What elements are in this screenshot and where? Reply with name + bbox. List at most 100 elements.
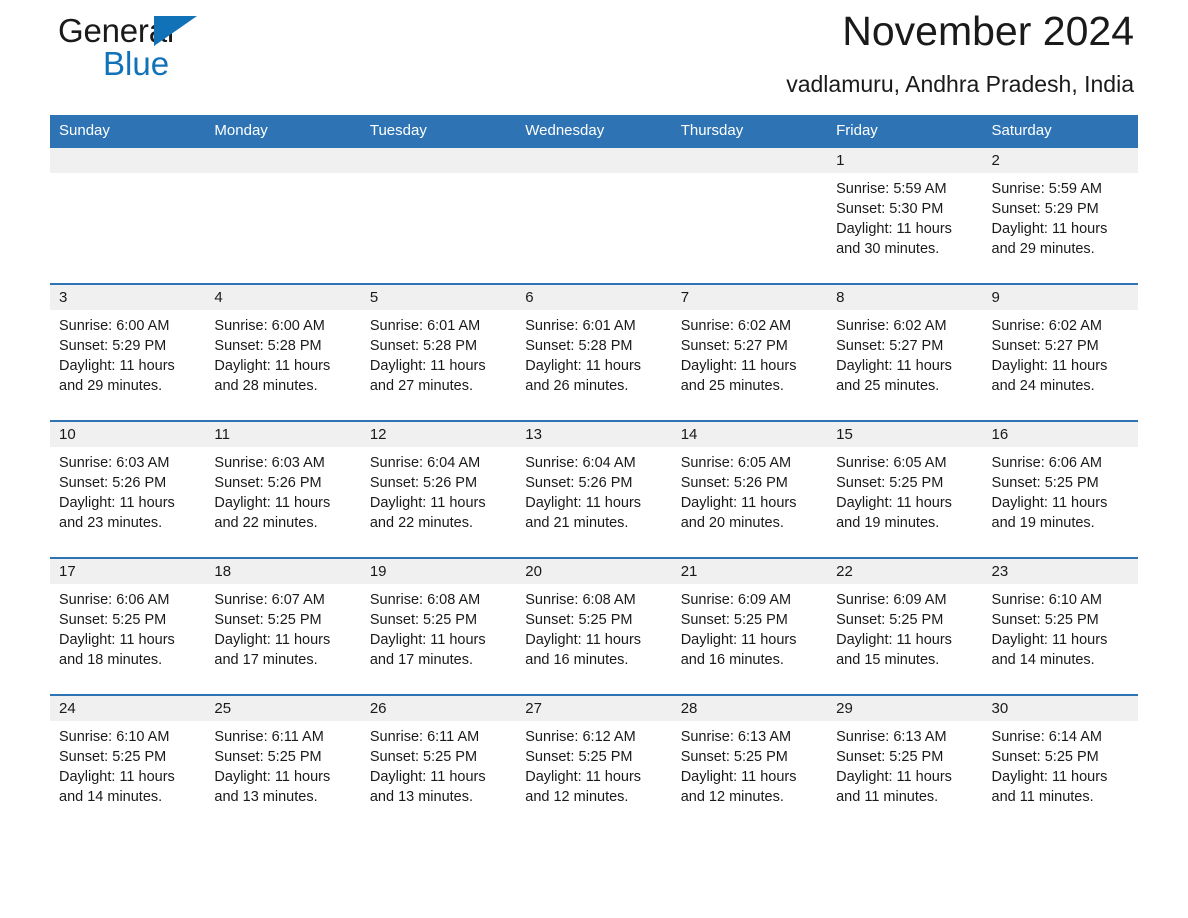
calendar-day-cell[interactable]: 2 Sunrise: 5:59 AM Sunset: 5:29 PM Daylight… [982, 148, 1138, 284]
calendar-day-cell[interactable]: 6 Sunrise: 6:01 AM Sunset: 5:28 PM Daylight… [516, 283, 672, 421]
sunset-time: Sunset: 5:28 PM [525, 338, 633, 354]
sunrise-time: Sunrise: 6:04 AM [525, 455, 636, 471]
calendar-day-cell[interactable]: 21 Sunrise: 6:09 AM Sunset: 5:25 PM Dayligh… [671, 557, 828, 695]
generalblue-logo[interactable]: General Blue [58, 14, 258, 94]
calendar-day-cell[interactable]: 16 Sunrise: 6:06 AM Sunset: 5:25 PM Dayligh… [982, 420, 1138, 558]
daylight-duration-line1: Daylight: 11 hours [680, 769, 797, 785]
day-details: Sunrise: 6:05 AM Sunset: 5:25 PM Daylight:… [827, 447, 982, 533]
calendar-day-cell[interactable]: 24 Sunrise: 6:10 AM Sunset: 5:25 PM Dayligh… [50, 694, 206, 831]
calendar-week-row: 1 Sunrise: 5:59 AM Sunset: 5:30 PM Daylight… [50, 148, 1138, 284]
sunset-time: Sunset: 5:25 PM [680, 749, 788, 765]
sunset-time: Sunset: 5:25 PM [525, 612, 633, 628]
daylight-duration-line1: Daylight: 11 hours [991, 495, 1108, 511]
daylight-duration-line1: Daylight: 11 hours [680, 495, 797, 511]
calendar-day-cell-empty [205, 148, 361, 284]
calendar-day-cell[interactable]: 17 Sunrise: 6:06 AM Sunset: 5:25 PM Dayligh… [50, 557, 206, 695]
day-number: 2 [982, 148, 1138, 173]
calendar-day-cell[interactable]: 13 Sunrise: 6:04 AM Sunset: 5:26 PM Dayligh… [516, 420, 672, 558]
sunset-time: Sunset: 5:26 PM [369, 475, 478, 491]
daylight-duration-line2: and 12 minutes. [525, 789, 629, 805]
daylight-duration-line2: and 21 minutes. [525, 515, 629, 531]
day-number: 18 [205, 559, 361, 584]
day-details: Sunrise: 6:04 AM Sunset: 5:26 PM Daylight:… [516, 447, 671, 533]
calendar-day-cell[interactable]: 5 Sunrise: 6:01 AM Sunset: 5:28 PM Daylight… [360, 283, 517, 421]
calendar-day-cell[interactable]: 15 Sunrise: 6:05 AM Sunset: 5:25 PM Dayligh… [827, 420, 983, 558]
day-details: Sunrise: 6:13 AM Sunset: 5:25 PM Daylight:… [672, 721, 827, 807]
calendar-day-cell[interactable]: 18 Sunrise: 6:07 AM Sunset: 5:25 PM Dayligh… [205, 557, 361, 695]
calendar-day-cell[interactable]: 11 Sunrise: 6:03 AM Sunset: 5:26 PM Dayligh… [205, 420, 361, 558]
day-number [205, 148, 361, 173]
calendar-day-cell[interactable]: 27 Sunrise: 6:12 AM Sunset: 5:25 PM Dayligh… [516, 694, 672, 831]
day-number [516, 148, 672, 173]
day-number [50, 148, 206, 173]
daylight-duration-line1: Daylight: 11 hours [836, 221, 952, 237]
calendar-day-cell[interactable]: 10 Sunrise: 6:03 AM Sunset: 5:26 PM Dayligh… [50, 420, 206, 558]
day-number: 17 [50, 559, 206, 584]
calendar-day-cell[interactable]: 14 Sunrise: 6:05 AM Sunset: 5:26 PM Dayligh… [671, 420, 828, 558]
calendar-day-cell[interactable]: 19 Sunrise: 6:08 AM Sunset: 5:25 PM Dayligh… [360, 557, 517, 695]
daylight-duration-line1: Daylight: 11 hours [836, 358, 952, 374]
calendar-day-cell[interactable]: 29 Sunrise: 6:13 AM Sunset: 5:25 PM Dayligh… [827, 694, 983, 831]
calendar-day-cell-empty [671, 148, 828, 284]
weekday-header-monday: Monday [205, 115, 361, 148]
sunrise-time: Sunrise: 6:08 AM [525, 592, 636, 608]
calendar-day-cell[interactable]: 7 Sunrise: 6:02 AM Sunset: 5:27 PM Daylight… [671, 283, 828, 421]
day-details: Sunrise: 6:03 AM Sunset: 5:26 PM Daylight:… [205, 447, 360, 533]
day-details: Sunrise: 6:11 AM Sunset: 5:25 PM Daylight:… [205, 721, 360, 807]
logo-text-blue: Blue [103, 45, 170, 82]
calendar-day-cell[interactable]: 30 Sunrise: 6:14 AM Sunset: 5:25 PM Dayligh… [982, 694, 1138, 831]
day-details: Sunrise: 6:09 AM Sunset: 5:25 PM Daylight:… [827, 584, 982, 670]
day-details: Sunrise: 6:08 AM Sunset: 5:25 PM Daylight:… [361, 584, 516, 670]
daylight-duration-line1: Daylight: 11 hours [369, 358, 486, 374]
calendar-day-cell[interactable]: 25 Sunrise: 6:11 AM Sunset: 5:25 PM Dayligh… [205, 694, 361, 831]
sunset-time: Sunset: 5:26 PM [59, 475, 167, 491]
day-cell-inner: 27 Sunrise: 6:12 AM Sunset: 5:25 PM Dayligh… [516, 696, 672, 831]
weekday-header-friday: Friday [827, 115, 983, 148]
daylight-duration-line1: Daylight: 11 hours [214, 632, 331, 648]
day-details: Sunrise: 6:00 AM Sunset: 5:29 PM Daylight:… [50, 310, 205, 396]
day-cell-inner: 12 Sunrise: 6:04 AM Sunset: 5:26 PM Dayligh… [360, 422, 517, 557]
daylight-duration-line2: and 14 minutes. [991, 652, 1095, 668]
calendar-day-cell[interactable]: 23 Sunrise: 6:10 AM Sunset: 5:25 PM Dayligh… [982, 557, 1138, 695]
day-cell-inner: 28 Sunrise: 6:13 AM Sunset: 5:25 PM Dayligh… [671, 696, 828, 831]
sunrise-time: Sunrise: 6:13 AM [680, 729, 792, 745]
calendar-day-cell[interactable]: 28 Sunrise: 6:13 AM Sunset: 5:25 PM Dayligh… [671, 694, 828, 831]
sunset-time: Sunset: 5:25 PM [369, 749, 478, 765]
calendar-day-cell[interactable]: 12 Sunrise: 6:04 AM Sunset: 5:26 PM Dayligh… [360, 420, 517, 558]
sunset-time: Sunset: 5:25 PM [214, 749, 322, 765]
sunrise-time: Sunrise: 5:59 AM [836, 181, 947, 197]
calendar-day-cell[interactable]: 26 Sunrise: 6:11 AM Sunset: 5:25 PM Dayligh… [360, 694, 517, 831]
sunset-time: Sunset: 5:26 PM [525, 475, 633, 491]
day-cell-inner [516, 148, 672, 283]
calendar-day-cell[interactable]: 8 Sunrise: 6:02 AM Sunset: 5:27 PM Daylight… [827, 283, 983, 421]
daylight-duration-line1: Daylight: 11 hours [59, 769, 175, 785]
calendar-day-cell[interactable]: 4 Sunrise: 6:00 AM Sunset: 5:28 PM Daylight… [205, 283, 361, 421]
calendar-day-cell[interactable]: 20 Sunrise: 6:08 AM Sunset: 5:25 PM Dayligh… [516, 557, 672, 695]
day-cell-inner: 13 Sunrise: 6:04 AM Sunset: 5:26 PM Dayligh… [516, 422, 672, 557]
day-cell-inner: 21 Sunrise: 6:09 AM Sunset: 5:25 PM Dayligh… [671, 559, 828, 694]
daylight-duration-line1: Daylight: 11 hours [369, 495, 486, 511]
day-details: Sunrise: 6:12 AM Sunset: 5:25 PM Daylight:… [516, 721, 671, 807]
day-details: Sunrise: 6:10 AM Sunset: 5:25 PM Daylight:… [983, 584, 1138, 670]
day-number: 14 [671, 422, 828, 447]
sunset-time: Sunset: 5:25 PM [59, 749, 167, 765]
calendar-day-cell[interactable]: 22 Sunrise: 6:09 AM Sunset: 5:25 PM Dayligh… [827, 557, 983, 695]
day-details: Sunrise: 6:10 AM Sunset: 5:25 PM Daylight:… [50, 721, 205, 807]
sunset-time: Sunset: 5:25 PM [836, 475, 944, 491]
daylight-duration-line2: and 13 minutes. [214, 789, 318, 805]
day-cell-inner: 29 Sunrise: 6:13 AM Sunset: 5:25 PM Dayligh… [827, 696, 983, 831]
calendar-day-cell[interactable]: 3 Sunrise: 6:00 AM Sunset: 5:29 PM Daylight… [50, 283, 206, 421]
sunset-time: Sunset: 5:27 PM [680, 338, 788, 354]
day-details: Sunrise: 6:00 AM Sunset: 5:28 PM Daylight:… [205, 310, 360, 396]
calendar-day-cell[interactable]: 1 Sunrise: 5:59 AM Sunset: 5:30 PM Daylight… [827, 148, 983, 284]
calendar-day-cell[interactable]: 9 Sunrise: 6:02 AM Sunset: 5:27 PM Daylight… [982, 283, 1138, 421]
daylight-duration-line1: Daylight: 11 hours [991, 769, 1108, 785]
daylight-duration-line1: Daylight: 11 hours [59, 632, 175, 648]
calendar-week-row: 17 Sunrise: 6:06 AM Sunset: 5:25 PM Dayligh… [50, 557, 1138, 695]
daylight-duration-line2: and 13 minutes. [369, 789, 474, 805]
daylight-duration-line1: Daylight: 11 hours [991, 632, 1108, 648]
title-block: November 2024 vadlamuru, Andhra Pradesh,… [786, 6, 1134, 99]
day-cell-inner: 8 Sunrise: 6:02 AM Sunset: 5:27 PM Daylight… [827, 285, 983, 420]
day-details: Sunrise: 6:11 AM Sunset: 5:25 PM Daylight:… [361, 721, 516, 807]
weekday-header-row: Sunday Monday Tuesday Wednesday Thursday… [50, 115, 1138, 148]
